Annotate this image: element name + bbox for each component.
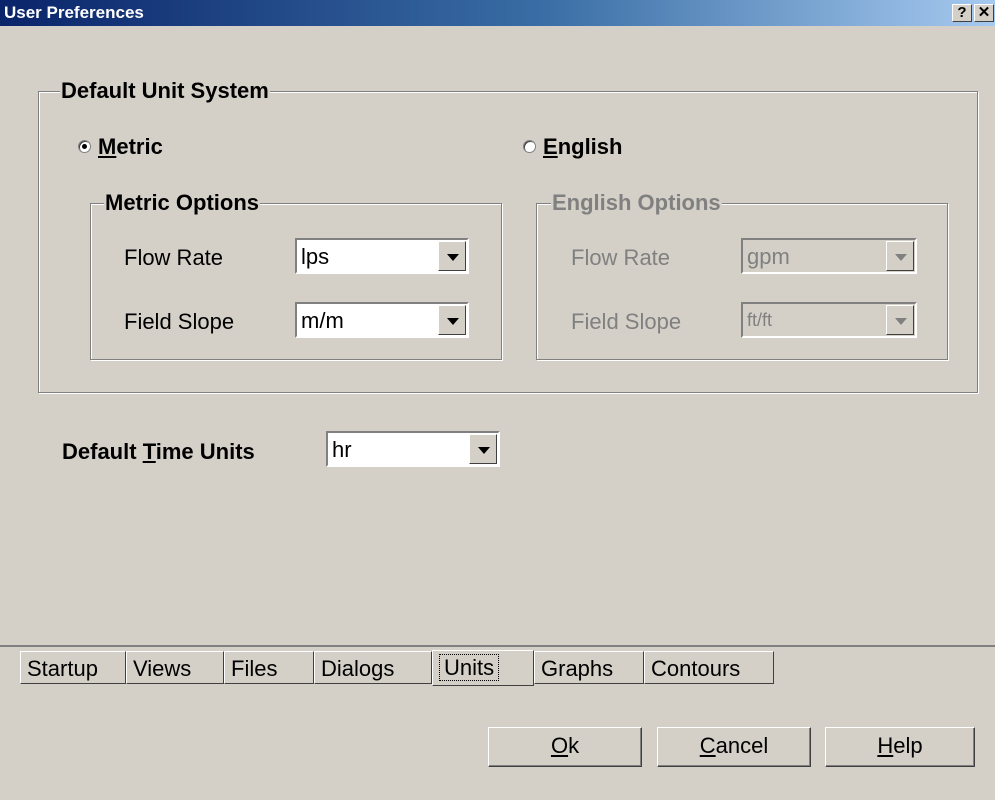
ok-button[interactable]: Ok xyxy=(488,727,642,767)
time-units-value: hr xyxy=(332,437,352,462)
title-bar[interactable]: User Preferences ? ✕ xyxy=(0,0,995,26)
close-icon[interactable]: ✕ xyxy=(974,4,994,22)
english-flow-rate-value: gpm xyxy=(747,244,790,269)
english-radio[interactable] xyxy=(523,140,536,153)
english-field-slope-label: Field Slope xyxy=(571,309,682,334)
chevron-down-icon xyxy=(886,241,914,271)
help-label-rest: elp xyxy=(893,733,923,758)
tab-views-label: Views xyxy=(133,656,192,681)
metric-label-rest: etric xyxy=(116,134,163,159)
radio-selected-dot xyxy=(82,144,87,149)
tab-dialogs-label: Dialogs xyxy=(321,656,395,681)
english-flow-rate-label: Flow Rate xyxy=(571,245,671,270)
metric-flow-rate-value: lps xyxy=(301,244,330,269)
tab-views[interactable]: Views xyxy=(126,651,224,684)
tab-graphs-label: Graphs xyxy=(541,656,614,681)
chevron-down-icon[interactable] xyxy=(438,305,466,335)
metric-flow-rate-label: Flow Rate xyxy=(124,245,224,270)
tab-units[interactable]: Units xyxy=(432,650,534,686)
ok-label-rest: k xyxy=(568,733,580,758)
time-units-label-pre: Default xyxy=(62,439,143,464)
tab-contours[interactable]: Contours xyxy=(644,651,774,684)
tab-units-label: Units xyxy=(439,654,500,681)
cancel-button[interactable]: Cancel xyxy=(657,727,811,767)
time-units-combo[interactable]: hr xyxy=(326,431,500,467)
chevron-down-icon[interactable] xyxy=(469,434,497,464)
tab-startup-label: Startup xyxy=(27,656,98,681)
tab-graphs[interactable]: Graphs xyxy=(534,651,644,684)
window-title: User Preferences xyxy=(4,3,144,22)
metric-field-slope-value: m/m xyxy=(301,308,344,333)
metric-radio[interactable] xyxy=(78,140,91,153)
help-button[interactable]: Help xyxy=(825,727,975,767)
metric-field-slope-combo[interactable]: m/m xyxy=(295,302,469,338)
user-preferences-dialog: User Preferences ? ✕ Default Unit System… xyxy=(0,0,995,800)
help-icon[interactable]: ? xyxy=(952,4,972,22)
cancel-label-rest: ancel xyxy=(715,733,769,758)
tab-startup[interactable]: Startup xyxy=(20,651,126,684)
ok-mnemonic: O xyxy=(550,733,569,758)
english-field-slope-combo: ft/ft xyxy=(741,302,917,338)
time-units-mnemonic: T xyxy=(142,439,156,464)
chevron-down-icon[interactable] xyxy=(438,241,466,271)
metric-radio-label[interactable]: Metric xyxy=(98,134,163,160)
time-units-label-rest: ime Units xyxy=(155,439,255,464)
english-options-legend: English Options xyxy=(551,190,722,216)
tab-contours-label: Contours xyxy=(651,656,741,681)
metric-field-slope-label: Field Slope xyxy=(124,309,235,334)
english-radio-label[interactable]: English xyxy=(543,134,622,160)
tab-files[interactable]: Files xyxy=(224,651,314,684)
tab-strip-border xyxy=(0,645,995,647)
time-units-label: Default Time Units xyxy=(62,439,255,465)
english-mnemonic: E xyxy=(543,134,558,159)
unit-system-legend: Default Unit System xyxy=(60,78,270,104)
english-flow-rate-combo: gpm xyxy=(741,238,917,274)
english-label-rest: nglish xyxy=(557,134,623,159)
help-mnemonic: H xyxy=(877,733,894,758)
metric-mnemonic: M xyxy=(98,134,117,159)
cancel-mnemonic: C xyxy=(699,733,716,758)
tab-files-label: Files xyxy=(231,656,278,681)
english-field-slope-value: ft/ft xyxy=(747,310,773,330)
metric-options-legend: Metric Options xyxy=(104,190,261,216)
tab-dialogs[interactable]: Dialogs xyxy=(314,651,432,684)
chevron-down-icon xyxy=(886,305,914,335)
metric-flow-rate-combo[interactable]: lps xyxy=(295,238,469,274)
